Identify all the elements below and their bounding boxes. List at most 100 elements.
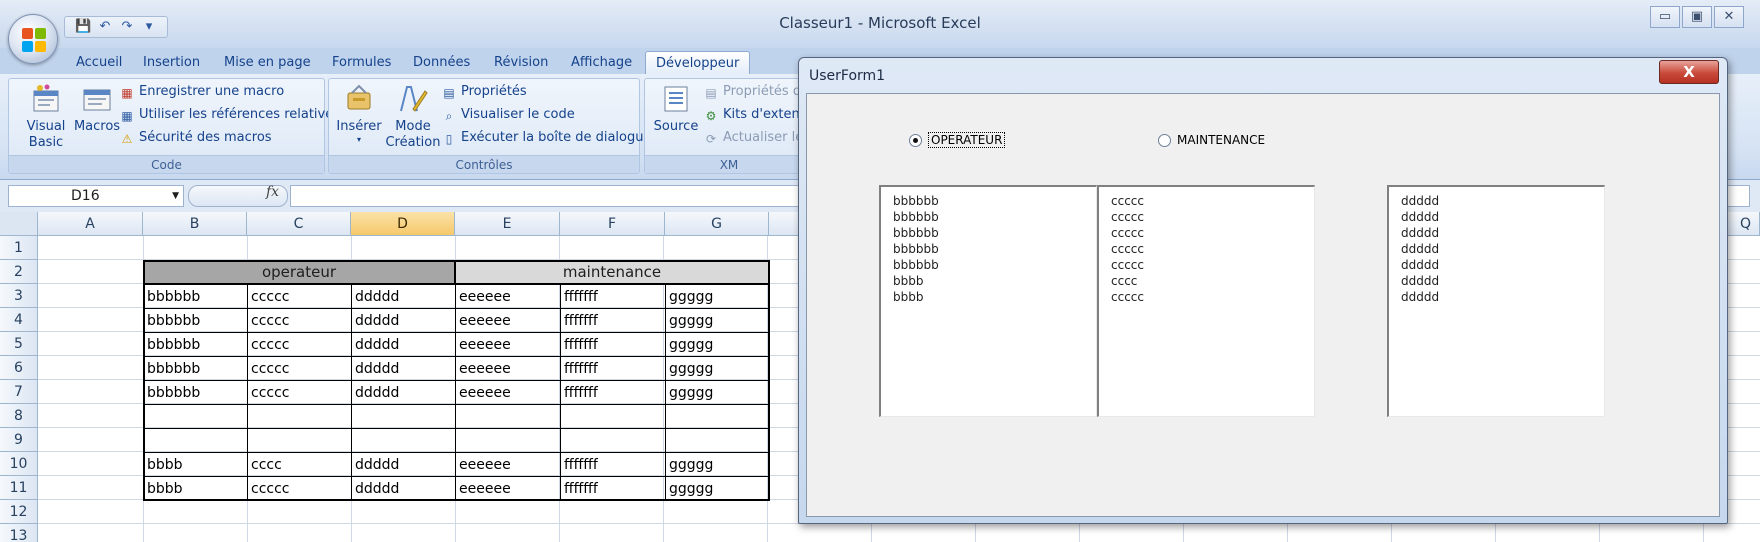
list-item[interactable]: ddddd — [1389, 289, 1604, 305]
refresh-data-button[interactable]: ⟳ Actualiser les — [703, 127, 810, 149]
properties-label: Propriétés — [461, 84, 527, 99]
macros-label: Macros — [73, 119, 121, 134]
row-header-8[interactable]: 8 — [0, 404, 38, 428]
radio-operateur-dot[interactable] — [909, 133, 922, 147]
title-bar: 💾 ↶ ↷ ▾ Classeur1 - Microsoft Excel ▭ ▣ … — [0, 0, 1760, 48]
list-item[interactable]: bbbbbb — [881, 257, 1096, 273]
list-item[interactable]: bbbb — [881, 289, 1096, 305]
xml-source-button[interactable]: Source — [649, 83, 703, 135]
row-header-7[interactable]: 7 — [0, 380, 38, 404]
view-code-button[interactable]: ⌕ Visualiser le code — [441, 104, 575, 126]
tab-mise-en-page[interactable]: Mise en page — [214, 51, 321, 74]
column-header-a[interactable]: A — [38, 212, 143, 236]
run-dialog-button[interactable]: ▯ Exécuter la boîte de dialogue — [441, 127, 652, 149]
relative-references-icon: ▦ — [121, 109, 133, 123]
restore-button[interactable]: ▣ — [1682, 6, 1712, 28]
list-item[interactable]: ddddd — [1389, 241, 1604, 257]
group-xml-label: XM — [645, 155, 813, 173]
list-item[interactable]: bbbbbb — [881, 225, 1096, 241]
row-header-2[interactable]: 2 — [0, 260, 38, 284]
expansion-packs-icon: ⚙ — [705, 109, 717, 123]
insert-control-button[interactable]: Insérer ▾ — [335, 83, 383, 145]
row-header-6[interactable]: 6 — [0, 356, 38, 380]
list-item[interactable]: ccccc — [1099, 225, 1314, 241]
radio-maintenance[interactable]: MAINTENANCE — [1158, 131, 1265, 149]
row-header-12[interactable]: 12 — [0, 500, 38, 524]
map-properties-button[interactable]: ▤ Propriétés d — [703, 81, 801, 103]
expansion-packs-button[interactable]: ⚙ Kits d'extensi — [703, 104, 811, 126]
name-box-value: D16 — [71, 188, 100, 204]
tab-accueil[interactable]: Accueil — [66, 51, 132, 74]
view-code-label: Visualiser le code — [461, 107, 575, 122]
visual-basic-label: Visual Basic — [26, 119, 66, 150]
select-all-corner[interactable] — [0, 212, 38, 236]
list-item[interactable]: ccccc — [1099, 289, 1314, 305]
row-header-3[interactable]: 3 — [0, 284, 38, 308]
userform-close-button[interactable]: X — [1659, 60, 1719, 84]
list-item[interactable]: ccccc — [1099, 209, 1314, 225]
visual-basic-button[interactable]: Visual Basic — [17, 83, 75, 151]
list-item[interactable]: ccccc — [1099, 241, 1314, 257]
relative-references-button[interactable]: ▦ Utiliser les références relatives — [119, 104, 340, 126]
list-item[interactable]: ddddd — [1389, 225, 1604, 241]
run-dialog-label: Exécuter la boîte de dialogue — [461, 130, 652, 145]
radio-maintenance-dot[interactable] — [1158, 133, 1171, 147]
list-item[interactable]: bbbbbb — [881, 241, 1096, 257]
row-header-1[interactable]: 1 — [0, 236, 38, 260]
macros-button[interactable]: Macros — [71, 83, 123, 135]
list-item[interactable]: ddddd — [1389, 257, 1604, 273]
tab-insertion[interactable]: Insertion — [133, 51, 210, 74]
row-header-13[interactable]: 13 — [0, 524, 38, 542]
column-header-g[interactable]: G — [665, 212, 769, 236]
column-header-f[interactable]: F — [560, 212, 665, 236]
listbox-2[interactable]: ccccc ccccc ccccc ccccc ccccc cccc ccccc — [1097, 185, 1315, 417]
office-button[interactable] — [8, 14, 58, 64]
row-header-10[interactable]: 10 — [0, 452, 38, 476]
group-controles-label: Contrôles — [329, 155, 639, 173]
column-header-c[interactable]: C — [247, 212, 351, 236]
warning-icon: ⚠ — [121, 132, 133, 146]
list-item[interactable]: ccccc — [1099, 257, 1314, 273]
design-mode-button[interactable]: Mode Création — [385, 83, 441, 151]
row-header-11[interactable]: 11 — [0, 476, 38, 500]
row-header-5[interactable]: 5 — [0, 332, 38, 356]
design-mode-icon — [400, 86, 428, 112]
minimize-button[interactable]: ▭ — [1650, 6, 1680, 28]
list-item[interactable]: bbbb — [881, 273, 1096, 289]
listbox-1[interactable]: bbbbbb bbbbbb bbbbbb bbbbbb bbbbbb bbbb bbbb — [879, 185, 1097, 417]
row-header-9[interactable]: 9 — [0, 428, 38, 452]
column-header-e[interactable]: E — [455, 212, 560, 236]
column-header-q[interactable]: Q — [1732, 212, 1760, 236]
column-header-b[interactable]: B — [143, 212, 247, 236]
list-item[interactable]: ddddd — [1389, 209, 1604, 225]
tab-affichage[interactable]: Affichage — [561, 51, 642, 74]
userform-title: UserForm1 — [809, 68, 886, 84]
close-window-button[interactable]: ✕ — [1714, 6, 1744, 28]
macro-security-button[interactable]: ⚠ Sécurité des macros — [119, 127, 272, 149]
properties-button[interactable]: ▤ Propriétés — [441, 81, 527, 103]
tab-formules[interactable]: Formules — [322, 51, 401, 74]
tab-donnees[interactable]: Données — [403, 51, 480, 74]
userform-window: UserForm1 X OPERATEUR MAINTENANCE bbbbbb… — [798, 57, 1728, 524]
list-item[interactable]: bbbbbb — [881, 193, 1096, 209]
run-dialog-icon: ▯ — [445, 132, 453, 146]
column-header-d[interactable]: D — [351, 212, 455, 236]
insert-dropdown-icon: ▾ — [356, 135, 361, 144]
list-item[interactable]: ccccc — [1099, 193, 1314, 209]
listbox-3[interactable]: ddddd ddddd ddddd ddddd ddddd ddddd ddddd — [1387, 185, 1605, 417]
radio-operateur[interactable]: OPERATEUR — [909, 131, 1006, 149]
name-box[interactable]: D16 ▼ — [8, 185, 184, 207]
record-macro-button[interactable]: ▦ Enregistrer une macro — [119, 81, 284, 103]
tab-revision[interactable]: Révision — [484, 51, 558, 74]
insert-function-icon[interactable]: fx — [266, 184, 279, 200]
group-code-label: Code — [9, 155, 324, 173]
row-header-4[interactable]: 4 — [0, 308, 38, 332]
name-box-dropdown-icon[interactable]: ▼ — [172, 186, 179, 206]
map-properties-icon: ▤ — [705, 86, 717, 100]
list-item[interactable]: ddddd — [1389, 273, 1604, 289]
list-item[interactable]: ddddd — [1389, 193, 1604, 209]
refresh-data-label: Actualiser les — [723, 130, 810, 145]
tab-developpeur[interactable]: Développeur — [645, 51, 751, 74]
list-item[interactable]: cccc — [1099, 273, 1314, 289]
list-item[interactable]: bbbbbb — [881, 209, 1096, 225]
